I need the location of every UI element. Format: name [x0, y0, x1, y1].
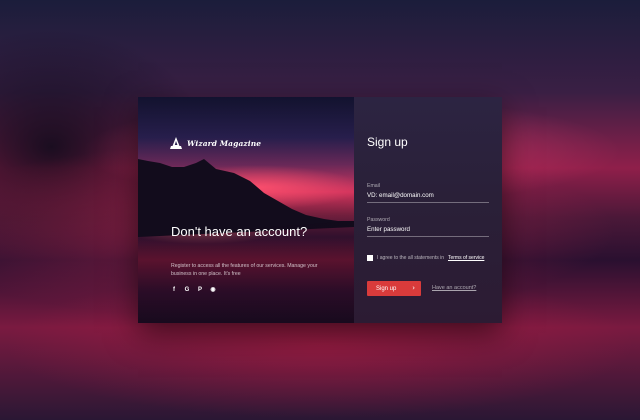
pinterest-icon[interactable]: P	[197, 287, 203, 294]
email-field[interactable]	[367, 192, 489, 203]
terms-agreement-text: I agree to the all statements in	[377, 255, 444, 261]
hero-title: Don't have an account?	[171, 224, 308, 239]
password-label: Password	[367, 217, 390, 223]
signup-button-label: Sign up	[376, 285, 397, 292]
hero-panel: Wizard Magazine Don't have an account? R…	[138, 97, 354, 323]
brand-name: Wizard Magazine	[187, 139, 262, 148]
signup-form-panel: Sign up Email Password I agree to the al…	[354, 97, 502, 323]
signup-button[interactable]: Sign up ›	[367, 281, 421, 296]
password-field[interactable]	[367, 226, 489, 237]
terms-agreement: I agree to the all statements in Terms o…	[367, 255, 484, 261]
email-field-group: Email	[367, 183, 489, 203]
terms-checkbox[interactable]	[367, 255, 373, 261]
signup-card: Wizard Magazine Don't have an account? R…	[138, 97, 502, 323]
form-title: Sign up	[367, 135, 408, 149]
have-account-link[interactable]: Have an account?	[432, 285, 476, 291]
brand-logo: Wizard Magazine	[170, 137, 261, 150]
terms-of-service-link[interactable]: Terms of service	[448, 255, 484, 261]
facebook-icon[interactable]: f	[171, 287, 177, 294]
email-label: Email	[367, 183, 380, 189]
hero-description: Register to access all the features of o…	[171, 263, 318, 277]
password-field-group: Password	[367, 217, 489, 237]
github-icon[interactable]: ◉	[210, 287, 216, 294]
google-icon[interactable]: G	[184, 287, 190, 294]
chevron-right-icon: ›	[412, 284, 415, 292]
wizard-hat-icon	[170, 137, 182, 149]
social-links: f G P ◉	[171, 287, 216, 294]
